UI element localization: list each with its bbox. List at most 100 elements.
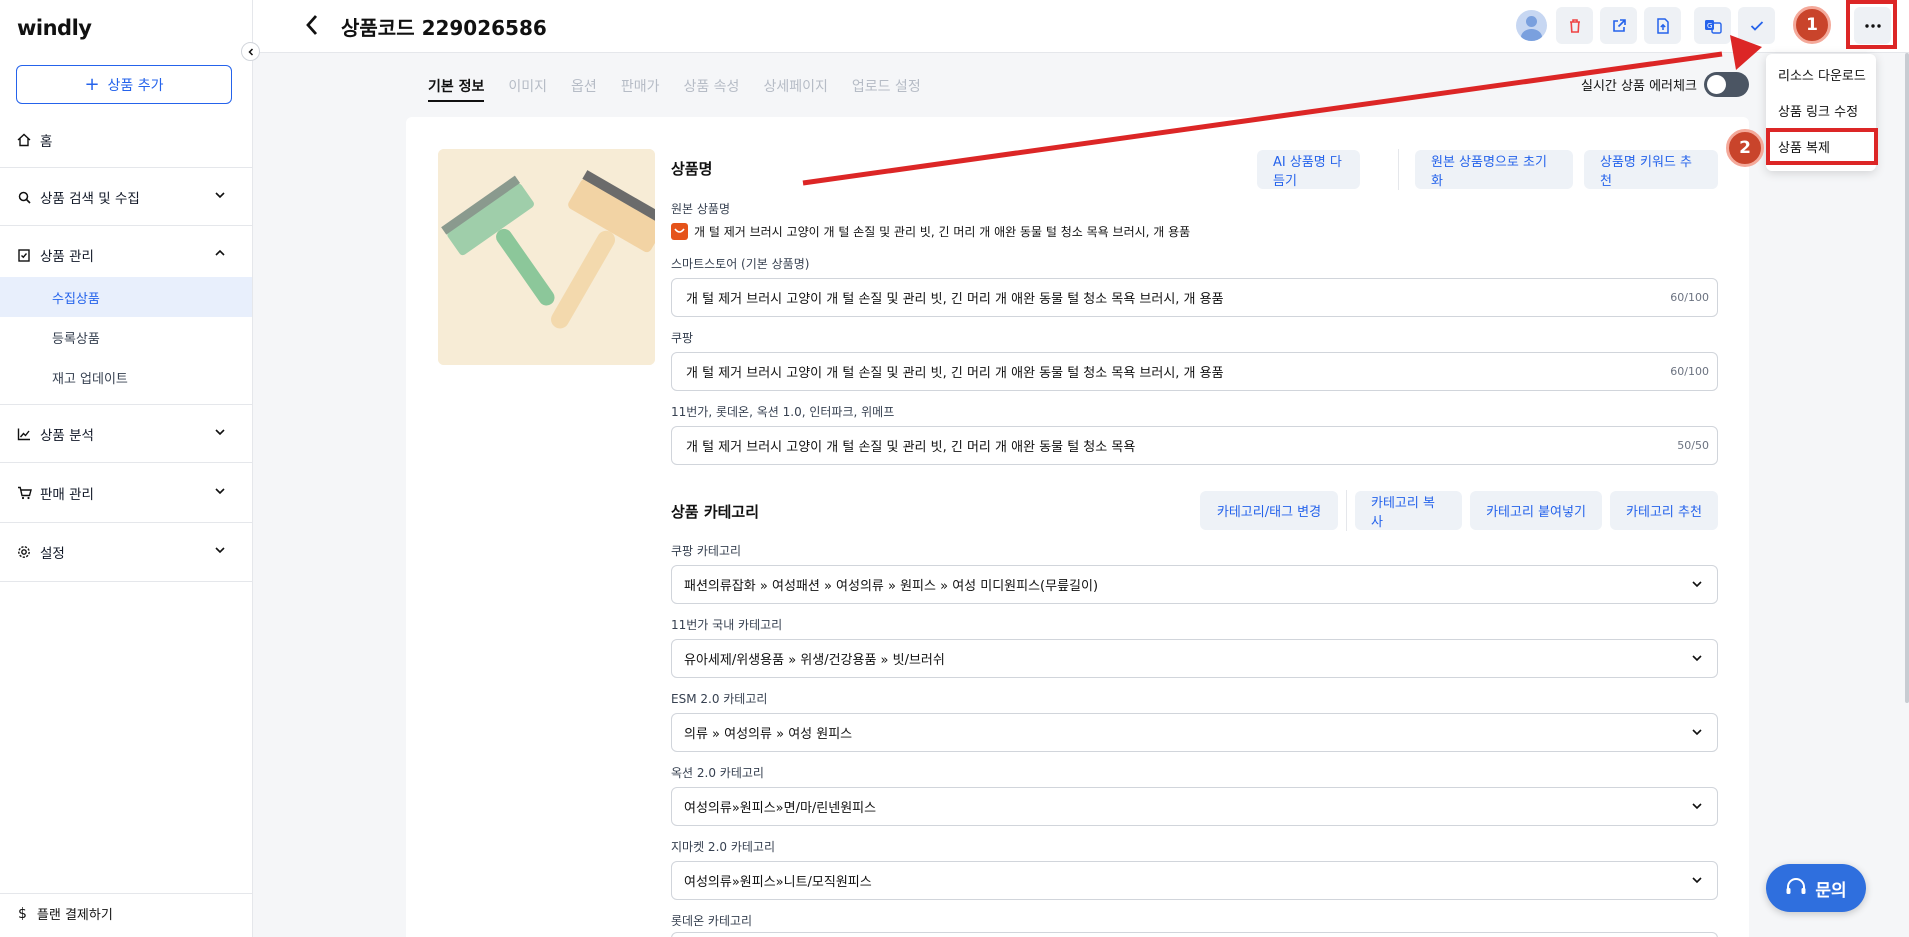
tab-options[interactable]: 옵션 — [571, 76, 597, 102]
plan-payment-link[interactable]: $ 플랜 결제하기 — [0, 893, 252, 933]
sidebar-item-label: 홈 — [40, 134, 53, 150]
reset-original-name-button[interactable]: 원본 상품명으로 초기화 — [1415, 150, 1573, 189]
arrow-left-icon — [306, 15, 318, 35]
file-upload-icon — [1656, 17, 1669, 34]
sidebar-item-home[interactable]: 홈 — [0, 120, 252, 160]
sidebar-item-label: 상품 분석 — [40, 428, 94, 444]
menu-item-resource-download[interactable]: 리소스 다운로드 — [1778, 65, 1866, 84]
field-label: 쿠팡 — [671, 331, 694, 345]
tab-bar: 기본 정보 이미지 옵션 판매가 상품 속성 상세페이지 업로드 설정 — [428, 76, 945, 102]
sidebar: windly + 상품 추가 홈 상품 검색 및 수집 상품 관리 수집상품 등… — [0, 0, 253, 937]
cart-icon — [16, 485, 32, 501]
ai-refine-name-button[interactable]: AI 상품명 다듬기 — [1257, 150, 1360, 189]
sidebar-item-settings[interactable]: 설정 — [0, 532, 252, 572]
select-value: 유아세제/위생용품 » 위생/건강용품 » 빗/브러쉬 — [684, 653, 945, 668]
translate-button[interactable]: G — [1694, 7, 1731, 44]
coupang-name-input[interactable]: 개 털 제거 브러시 고양이 개 털 손질 및 관리 빗, 긴 머리 개 애완 … — [671, 352, 1718, 391]
inquiry-chat-button[interactable]: 문의 — [1766, 864, 1866, 912]
chevron-up-icon — [214, 247, 226, 263]
tab-upload-settings[interactable]: 업로드 설정 — [852, 76, 921, 102]
input-value: 개 털 제거 브러시 고양이 개 털 손질 및 관리 빗, 긴 머리 개 애완 … — [686, 292, 1224, 307]
coupang-category-select[interactable]: 패션의류잡화 » 여성패션 » 여성의류 » 원피스 » 여성 미디원피스(무릎… — [671, 565, 1718, 604]
sidebar-item-label: 판매 관리 — [40, 487, 94, 503]
field-label: 롯데온 카테고리 — [671, 914, 753, 928]
sidebar-subitem-collected[interactable]: 수집상품 — [0, 277, 252, 317]
chevron-down-icon — [214, 426, 226, 442]
translate-icon: G — [1704, 19, 1722, 34]
chevron-down-icon — [214, 485, 226, 501]
sidebar-item-product-analysis[interactable]: 상품 분석 — [0, 414, 252, 454]
char-counter: 60/100 — [1670, 291, 1709, 304]
plan-label: 플랜 결제하기 — [36, 908, 113, 923]
auction-category-select[interactable]: 여성의류»원피스»면/마/린넨원피스 — [671, 787, 1718, 826]
tab-images[interactable]: 이미지 — [508, 76, 547, 102]
delete-button[interactable] — [1556, 7, 1593, 44]
gmarket-category-select[interactable]: 여성의류»원피스»니트/모직원피스 — [671, 861, 1718, 900]
tab-detail-page[interactable]: 상세페이지 — [763, 76, 827, 102]
smartstore-name-input[interactable]: 개 털 제거 브러시 고양이 개 털 손질 및 관리 빗, 긴 머리 개 애완 … — [671, 278, 1718, 317]
chevron-down-icon — [214, 189, 226, 205]
chevron-down-icon — [1691, 652, 1703, 668]
sidebar-subitem-stock-update[interactable]: 재고 업데이트 — [0, 357, 252, 397]
original-name-label: 원본 상품명 — [671, 202, 731, 216]
11st-category-select[interactable]: 유아세제/위생용품 » 위생/건강용품 » 빗/브러쉬 — [671, 639, 1718, 678]
add-product-label: 상품 추가 — [107, 77, 164, 94]
realtime-check-label: 실시간 상품 에러체크 — [1581, 79, 1697, 94]
svg-text:G: G — [1707, 22, 1712, 30]
select-value: 여성의류»원피스»면/마/린넨원피스 — [684, 801, 877, 816]
field-label: ESM 2.0 카테고리 — [671, 692, 768, 706]
export-file-button[interactable] — [1644, 7, 1681, 44]
external-link-icon — [1612, 18, 1626, 32]
headset-icon — [1786, 878, 1806, 894]
avatar[interactable] — [1516, 10, 1547, 41]
sidebar-item-product-management[interactable]: 상품 관리 — [0, 235, 252, 275]
page-title: 상품코드 229026586 — [341, 16, 547, 40]
home-icon — [16, 132, 32, 148]
sidebar-item-sales-management[interactable]: 판매 관리 — [0, 473, 252, 513]
chevron-down-icon — [1691, 800, 1703, 816]
annotation-highlight-duplicate — [1766, 128, 1878, 165]
sidebar-subitem-registered[interactable]: 등록상품 — [0, 317, 252, 357]
sidebar-item-label: 설정 — [40, 546, 65, 562]
open-external-button[interactable] — [1600, 7, 1637, 44]
menu-item-edit-product-link[interactable]: 상품 링크 수정 — [1778, 101, 1858, 120]
lotteon-category-select[interactable] — [671, 932, 1718, 937]
back-button[interactable] — [305, 14, 319, 42]
sidebar-item-label: 상품 검색 및 수집 — [40, 191, 140, 207]
select-value: 의류 » 여성의류 » 여성 원피스 — [684, 727, 853, 742]
tab-attributes[interactable]: 상품 속성 — [683, 76, 739, 102]
sidebar-collapse-button[interactable] — [241, 42, 260, 61]
field-label: 지마켓 2.0 카테고리 — [671, 840, 775, 854]
app-logo: windly — [17, 16, 92, 40]
input-value: 개 털 제거 브러시 고양이 개 털 손질 및 관리 빗, 긴 머리 개 애완 … — [686, 366, 1224, 381]
product-image[interactable] — [438, 149, 655, 365]
category-copy-button[interactable]: 카테고리 복사 — [1355, 491, 1462, 530]
char-counter: 60/100 — [1670, 365, 1709, 378]
step-marker-2: 2 — [1726, 129, 1764, 167]
chevron-down-icon — [1691, 726, 1703, 742]
category-tag-change-button[interactable]: 카테고리/태그 변경 — [1200, 491, 1338, 530]
tab-basic-info[interactable]: 기본 정보 — [428, 76, 485, 102]
char-counter: 50/50 — [1677, 439, 1709, 452]
add-product-button[interactable]: + 상품 추가 — [16, 65, 232, 104]
chat-label: 문의 — [1815, 880, 1847, 901]
market-name-input[interactable]: 개 털 제거 브러시 고양이 개 털 손질 및 관리 빗, 긴 머리 개 애완 … — [671, 426, 1718, 465]
chart-icon — [16, 426, 32, 442]
dollar-icon: $ — [18, 905, 27, 922]
esm-category-select[interactable]: 의류 » 여성의류 » 여성 원피스 — [671, 713, 1718, 752]
confirm-button[interactable] — [1738, 7, 1775, 44]
page-scrollbar[interactable] — [1905, 53, 1909, 703]
product-name-title: 상품명 — [671, 160, 713, 178]
field-label: 스마트스토어 (기본 상품명) — [671, 257, 810, 271]
chevron-left-icon — [247, 47, 253, 56]
category-recommend-button[interactable]: 카테고리 추천 — [1610, 491, 1718, 530]
category-paste-button[interactable]: 카테고리 붙여넣기 — [1470, 491, 1602, 530]
name-keyword-recommend-button[interactable]: 상품명 키워드 추천 — [1584, 150, 1718, 189]
tab-price[interactable]: 판매가 — [621, 76, 660, 102]
realtime-check-toggle[interactable] — [1704, 72, 1749, 97]
sidebar-item-search-collect[interactable]: 상품 검색 및 수집 — [0, 177, 252, 217]
gear-icon — [16, 544, 32, 560]
original-name: 개 털 제거 브러시 고양이 개 털 손질 및 관리 빗, 긴 머리 개 애완 … — [671, 223, 1190, 240]
trash-icon — [1569, 18, 1580, 33]
clipboard-check-icon — [16, 247, 32, 263]
